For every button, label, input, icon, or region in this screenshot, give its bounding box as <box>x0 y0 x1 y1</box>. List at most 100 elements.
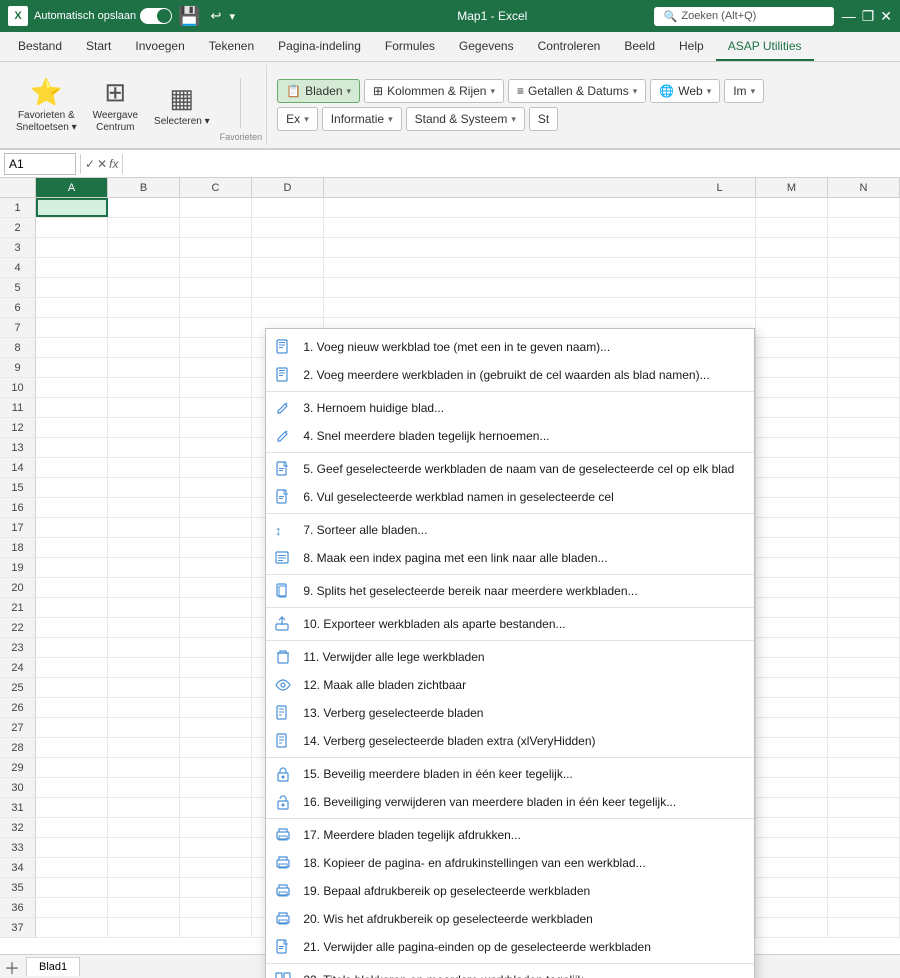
cell-b18[interactable] <box>108 538 180 557</box>
cell-n20[interactable] <box>828 578 900 597</box>
close-button[interactable]: ✕ <box>880 8 892 25</box>
cell-n12[interactable] <box>828 418 900 437</box>
cell-m28[interactable] <box>756 738 828 757</box>
cell-a6[interactable] <box>36 298 108 317</box>
cell-a10[interactable] <box>36 378 108 397</box>
cell-a19[interactable] <box>36 558 108 577</box>
cell-l1[interactable] <box>684 198 756 217</box>
cell-a13[interactable] <box>36 438 108 457</box>
cell-b17[interactable] <box>108 518 180 537</box>
cell-a22[interactable] <box>36 618 108 637</box>
cell-c8[interactable] <box>180 338 252 357</box>
cell-b25[interactable] <box>108 678 180 697</box>
cell-c22[interactable] <box>180 618 252 637</box>
cell-m32[interactable] <box>756 818 828 837</box>
col-header-d[interactable]: D <box>252 178 324 197</box>
cell-d4[interactable] <box>252 258 324 277</box>
cell-c5[interactable] <box>180 278 252 297</box>
cell-c30[interactable] <box>180 778 252 797</box>
col-header-m[interactable]: M <box>756 178 828 197</box>
tab-controleren[interactable]: Controleren <box>526 33 613 61</box>
cell-n26[interactable] <box>828 698 900 717</box>
cell-b22[interactable] <box>108 618 180 637</box>
web-dropdown-button[interactable]: 🌐 Web ▾ <box>650 79 720 103</box>
cell-n9[interactable] <box>828 358 900 377</box>
cell-c11[interactable] <box>180 398 252 417</box>
cell-n2[interactable] <box>828 218 900 237</box>
cell-m29[interactable] <box>756 758 828 777</box>
tab-formules[interactable]: Formules <box>373 33 447 61</box>
cell-c1[interactable] <box>180 198 252 217</box>
cell-a24[interactable] <box>36 658 108 677</box>
formula-input[interactable] <box>127 155 896 173</box>
cell-c25[interactable] <box>180 678 252 697</box>
cell-c9[interactable] <box>180 358 252 377</box>
cell-m27[interactable] <box>756 718 828 737</box>
cell-b20[interactable] <box>108 578 180 597</box>
col-header-c[interactable]: C <box>180 178 252 197</box>
cell-b27[interactable] <box>108 718 180 737</box>
cell-m20[interactable] <box>756 578 828 597</box>
cell-m10[interactable] <box>756 378 828 397</box>
save-icon[interactable]: 💾 <box>178 6 200 27</box>
cell-a20[interactable] <box>36 578 108 597</box>
cell-b8[interactable] <box>108 338 180 357</box>
cell-m9[interactable] <box>756 358 828 377</box>
dropdown-item-15[interactable]: 15. Beveilig meerdere bladen in één keer… <box>266 760 754 788</box>
cell-m6[interactable] <box>756 298 828 317</box>
cell-m1[interactable] <box>756 198 828 217</box>
cell-a23[interactable] <box>36 638 108 657</box>
cell-c27[interactable] <box>180 718 252 737</box>
cell-m18[interactable] <box>756 538 828 557</box>
cell-a17[interactable] <box>36 518 108 537</box>
cell-n23[interactable] <box>828 638 900 657</box>
cell-n15[interactable] <box>828 478 900 497</box>
cell-n3[interactable] <box>828 238 900 257</box>
cell-b15[interactable] <box>108 478 180 497</box>
cell-n27[interactable] <box>828 718 900 737</box>
cell-m25[interactable] <box>756 678 828 697</box>
cross-icon[interactable]: ✕ <box>97 157 107 171</box>
cell-a3[interactable] <box>36 238 108 257</box>
cell-b3[interactable] <box>108 238 180 257</box>
cell-b26[interactable] <box>108 698 180 717</box>
cell-b14[interactable] <box>108 458 180 477</box>
checkmark-icon[interactable]: ✓ <box>85 157 95 171</box>
cell-b5[interactable] <box>108 278 180 297</box>
dropdown-item-4[interactable]: 4. Snel meerdere bladen tegelijk hernoem… <box>266 422 754 450</box>
cell-c3[interactable] <box>180 238 252 257</box>
cell-a32[interactable] <box>36 818 108 837</box>
cell-c12[interactable] <box>180 418 252 437</box>
bladen-dropdown-button[interactable]: 📋 Bladen ▾ <box>277 79 360 103</box>
cell-c35[interactable] <box>180 878 252 897</box>
cell-b24[interactable] <box>108 658 180 677</box>
dropdown-item-21[interactable]: 21. Verwijder alle pagina-einden op de g… <box>266 933 754 961</box>
cell-a35[interactable] <box>36 878 108 897</box>
dropdown-item-13[interactable]: 13. Verberg geselecteerde bladen <box>266 699 754 727</box>
cell-c37[interactable] <box>180 918 252 937</box>
dropdown-item-9[interactable]: 9. Splits het geselecteerde bereik naar … <box>266 577 754 605</box>
cell-n8[interactable] <box>828 338 900 357</box>
cell-n28[interactable] <box>828 738 900 757</box>
cell-l5[interactable] <box>684 278 756 297</box>
cell-a25[interactable] <box>36 678 108 697</box>
dropdown-item-8[interactable]: 8. Maak een index pagina met een link na… <box>266 544 754 572</box>
favorites-button[interactable]: ⭐ Favorieten &Sneltoetsen ▾ <box>10 69 83 141</box>
cell-b30[interactable] <box>108 778 180 797</box>
cell-m36[interactable] <box>756 898 828 917</box>
cell-m35[interactable] <box>756 878 828 897</box>
cell-b36[interactable] <box>108 898 180 917</box>
cell-a1[interactable] <box>36 198 108 217</box>
getallen-datums-dropdown-button[interactable]: ≡ Getallen & Datums ▾ <box>508 79 646 103</box>
cell-b9[interactable] <box>108 358 180 377</box>
cell-c19[interactable] <box>180 558 252 577</box>
cell-a37[interactable] <box>36 918 108 937</box>
cell-b23[interactable] <box>108 638 180 657</box>
cell-m12[interactable] <box>756 418 828 437</box>
cell-c18[interactable] <box>180 538 252 557</box>
cell-m34[interactable] <box>756 858 828 877</box>
col-header-a[interactable]: A <box>36 178 108 197</box>
tab-asap-utilities[interactable]: ASAP Utilities <box>716 33 814 61</box>
cell-b37[interactable] <box>108 918 180 937</box>
cell-b21[interactable] <box>108 598 180 617</box>
